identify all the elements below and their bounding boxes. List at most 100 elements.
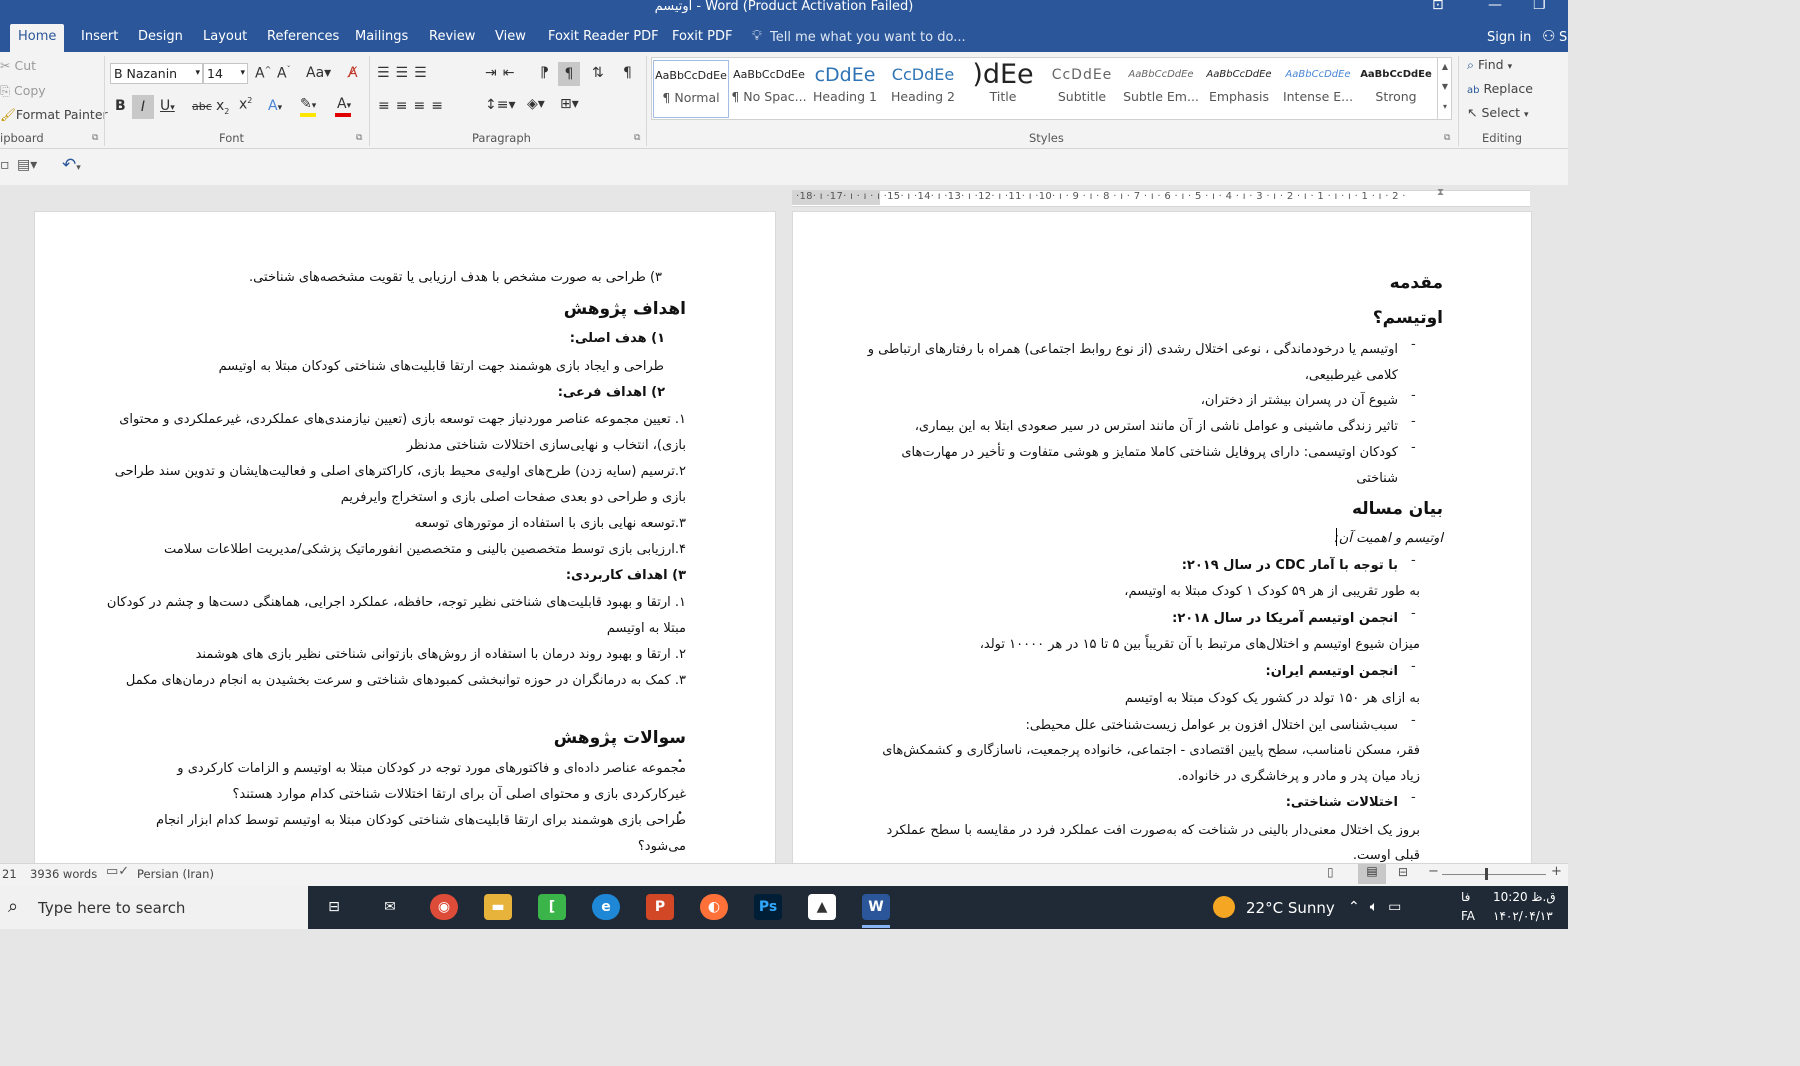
bold-icon[interactable]: B [115, 98, 126, 114]
dialog-launcher-icon[interactable]: ⧉ [356, 133, 362, 143]
change-case-icon[interactable]: Aa▾ [306, 65, 331, 81]
show-marks-icon[interactable]: ¶ [623, 65, 632, 81]
share-label[interactable]: S [1559, 30, 1567, 45]
style-emphasis[interactable]: AaBbCcDdEe Emphasis [1201, 60, 1277, 118]
shrink-font-icon[interactable]: Aˇ [277, 65, 291, 82]
zoom-out-icon[interactable]: − [1428, 864, 1439, 879]
rtl-icon[interactable]: ¶ [558, 62, 580, 86]
language-indicator-short[interactable]: فا [1461, 890, 1470, 904]
style-subtle-emphasis[interactable]: AaBbCcDdEe Subtle Em... [1123, 60, 1199, 118]
tab-layout[interactable]: Layout [195, 28, 255, 50]
cut-button[interactable]: ✂ Cut [0, 58, 36, 73]
sort-icon[interactable]: ⇅ [592, 65, 604, 81]
firefox-icon[interactable]: ◐ [700, 894, 728, 920]
ltr-icon[interactable]: ⁋ [540, 65, 549, 81]
zoom-slider-thumb[interactable] [1485, 868, 1488, 880]
italic-icon[interactable]: I [132, 95, 154, 119]
tab-foxit-reader-pdf[interactable]: Foxit Reader PDF [540, 28, 667, 50]
edge-icon[interactable]: e [592, 894, 620, 920]
style-normal[interactable]: AaBbCcDdEe ¶ Normal [653, 60, 729, 118]
print-layout-icon[interactable]: ▤ [1358, 864, 1386, 884]
maximize-button[interactable]: ❐ [1533, 0, 1546, 13]
undo-icon[interactable]: ↶▾ [62, 155, 81, 175]
tab-foxit-pdf[interactable]: Foxit PDF [664, 28, 740, 50]
clear-formatting-icon[interactable]: A̸ [348, 65, 358, 81]
format-painter-button[interactable]: 🖌︎Format Painter [0, 107, 108, 123]
dialog-launcher-icon[interactable]: ⧉ [1444, 133, 1450, 143]
share-icon[interactable]: ⚇ [1542, 27, 1555, 45]
style-subtitle[interactable]: CcDdEe Subtitle [1044, 60, 1120, 118]
style-preview: AaBbCcDdEe [655, 69, 727, 82]
select-button[interactable]: ↖ Select ▾ [1467, 105, 1529, 120]
app-icon[interactable]: [ [538, 894, 566, 920]
view-icon[interactable]: ▤▾ [17, 157, 37, 173]
text-effects-icon[interactable]: A▾ [268, 98, 282, 114]
tab-references[interactable]: References [259, 28, 347, 50]
font-size-dropdown[interactable]: 14 ▾ [203, 63, 248, 84]
tab-review[interactable]: Review [421, 28, 483, 50]
separator [1458, 56, 1459, 146]
minimize-button[interactable]: — [1488, 0, 1502, 13]
grow-font-icon[interactable]: A^ [255, 65, 271, 82]
style-no-spacing[interactable]: AaBbCcDdEe ¶ No Spac... [731, 60, 807, 118]
sign-in-link[interactable]: Sign in [1487, 30, 1531, 45]
paragraph: به ازای هر ۱۵۰ تولد در کشور یک کودک مبتل… [1124, 691, 1420, 706]
task-view-icon[interactable]: ⊟ [320, 894, 348, 920]
dialog-launcher-icon[interactable]: ⧉ [92, 133, 98, 143]
style-title[interactable]: )dEe Title [965, 60, 1041, 118]
underline-icon[interactable]: U▾ [160, 98, 175, 114]
find-button[interactable]: ⌕ Find ▾ [1467, 57, 1512, 73]
clock-date[interactable]: ۱۴۰۲/۰۴/۱۳ [1493, 909, 1553, 923]
bullets-icon[interactable]: ☰☰☰ [377, 65, 433, 81]
tab-home[interactable]: Home [10, 24, 65, 52]
mail-icon[interactable]: ✉ [376, 894, 404, 920]
style-strong[interactable]: AaBbCcDdEe Strong [1358, 60, 1434, 118]
chrome-icon[interactable]: ◉ [430, 894, 458, 920]
line-spacing-icon[interactable]: ↕≡▾ [485, 97, 516, 113]
powerpoint-icon[interactable]: P [646, 894, 674, 920]
style-heading-2[interactable]: CcDdEe Heading 2 [885, 60, 961, 118]
dialog-launcher-icon[interactable]: ⧉ [634, 133, 640, 143]
superscript-icon[interactable]: x2 [239, 96, 252, 113]
replace-button[interactable]: ab Replace [1467, 81, 1533, 96]
copy-button[interactable]: ⎘ Copy [0, 83, 46, 99]
tab-design[interactable]: Design [130, 28, 191, 50]
subscript-icon[interactable]: x2 [216, 98, 229, 116]
weather-text[interactable]: 22°C Sunny [1246, 899, 1335, 917]
zoom-in-icon[interactable]: + [1551, 864, 1562, 879]
read-mode-icon[interactable]: ▯ [1327, 865, 1334, 879]
clock-time[interactable]: 10:20 ق.ظ [1493, 890, 1556, 904]
indent-marker-icon[interactable]: ⧗ [1437, 187, 1444, 198]
font-color-icon[interactable]: A▾ [337, 96, 351, 112]
tab-view[interactable]: View [487, 28, 534, 50]
align-icons[interactable]: ≡≡≡≡ [378, 98, 449, 114]
styles-scroll-buttons[interactable]: ▲ ▼ ▾ [1437, 57, 1452, 120]
font-name-dropdown[interactable]: B Nazanin ▾ [110, 63, 203, 84]
ribbon-display-options-icon[interactable]: ⊡ [1432, 0, 1444, 13]
page-number[interactable]: 21 [2, 867, 17, 881]
tray-icons[interactable]: ⌃🔈︎▭ [1348, 899, 1411, 915]
web-layout-icon[interactable]: ⊟ [1398, 865, 1408, 879]
strikethrough-icon[interactable]: abc [192, 100, 212, 113]
paragraph-group-label: Paragraph [472, 131, 531, 145]
file-explorer-icon[interactable]: ▬ [484, 894, 512, 920]
taskbar-search-placeholder[interactable]: Type here to search [38, 899, 185, 917]
zoom-slider[interactable] [1442, 874, 1546, 875]
language-status[interactable]: Persian (Iran) [137, 867, 214, 881]
borders-icon[interactable]: ⊞▾ [560, 96, 579, 112]
word-count[interactable]: 3936 words [30, 867, 97, 881]
style-intense-emphasis[interactable]: AaBbCcDdEe Intense E... [1280, 60, 1356, 118]
photoshop-icon[interactable]: Ps [754, 894, 782, 920]
tell-me-box[interactable]: Tell me what you want to do... [770, 30, 966, 45]
tab-mailings[interactable]: Mailings [347, 28, 416, 50]
tab-insert[interactable]: Insert [73, 28, 126, 50]
highlight-icon[interactable]: ✎▾ [300, 96, 316, 112]
indent-icons[interactable]: ⇥⇤ [485, 65, 520, 81]
word-icon[interactable]: W [862, 894, 890, 920]
proofing-icon[interactable]: ▭✓ [106, 864, 129, 879]
photos-icon[interactable]: ▲ [808, 894, 836, 920]
style-heading-1[interactable]: cDdEe Heading 1 [807, 60, 883, 118]
save-icon[interactable]: ▫ [0, 157, 10, 173]
shading-icon[interactable]: ◈▾ [527, 96, 545, 112]
language-indicator[interactable]: FA [1461, 909, 1475, 923]
